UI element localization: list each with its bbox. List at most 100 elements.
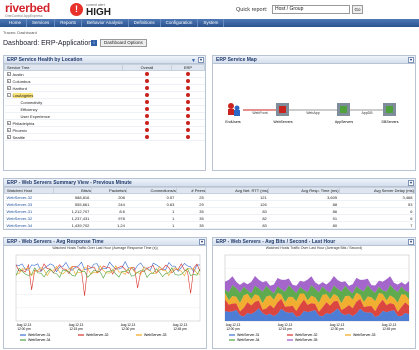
legend-item[interactable]: WebServer-32 <box>295 333 318 337</box>
host-link[interactable]: WebServer-32 <box>4 193 54 201</box>
link-appdb[interactable]: AppDB <box>350 109 383 115</box>
status-critical-icon[interactable] <box>185 106 190 111</box>
status-critical-icon[interactable] <box>144 120 149 125</box>
status-critical-icon[interactable] <box>144 99 149 104</box>
link-webfront[interactable]: WebFront <box>243 109 276 115</box>
legend-item[interactable]: WebServer-32 <box>86 333 109 337</box>
health-row[interactable]: User Experience <box>4 112 205 120</box>
host-link[interactable]: WebServer-32 <box>4 214 54 222</box>
health-row[interactable]: Connectivity <box>4 98 205 106</box>
status-critical-icon[interactable] <box>185 92 190 97</box>
location-label[interactable]: Hartford <box>13 86 27 91</box>
status-critical-icon[interactable] <box>185 99 190 104</box>
node-label: AppServers <box>335 120 354 124</box>
x-tick-label: 12:15 pm <box>278 327 292 331</box>
collapse-tree-icon[interactable]: - <box>6 93 11 98</box>
legend-item[interactable]: WebServer-31 <box>237 333 260 337</box>
menu-item-definitions[interactable]: Definitions <box>129 19 161 27</box>
alert-level[interactable]: HIGH <box>86 7 111 18</box>
location-label[interactable]: Austin <box>13 72 24 77</box>
summary-row[interactable]: WebServer-34 1,439,702 1,24 1 35 83 80 7 <box>4 221 415 229</box>
link-webapp[interactable]: WebApp <box>289 109 337 115</box>
expand-icon[interactable]: + <box>6 79 11 84</box>
location-label[interactable]: Philadelphia <box>13 121 35 126</box>
brand-logo[interactable]: riverbed <box>5 1 50 15</box>
summary-row[interactable]: WebServer-33 555,661 244 0.63 29 126 88 53 <box>4 200 415 208</box>
status-critical-icon[interactable] <box>144 85 149 90</box>
status-critical-icon[interactable] <box>185 113 190 118</box>
collapse-icon[interactable]: ▾ <box>198 57 204 63</box>
status-critical-icon[interactable] <box>185 78 190 83</box>
summary-cell: 35 <box>176 207 206 215</box>
status-critical-icon[interactable] <box>185 85 190 90</box>
expand-icon[interactable]: + <box>6 72 11 77</box>
legend-item[interactable]: WebServer-31 <box>28 333 51 337</box>
legend-item[interactable]: WebServer-33 <box>144 333 167 337</box>
status-critical-icon[interactable] <box>185 134 190 139</box>
host-link[interactable]: WebServer-34 <box>4 221 54 229</box>
health-row[interactable]: + Seattle <box>4 133 205 141</box>
health-row[interactable]: Efficiency <box>4 105 205 113</box>
node-webservers[interactable]: WebServers <box>273 103 293 124</box>
menu-item-reports[interactable]: Reports <box>55 19 83 27</box>
location-label[interactable]: Connectivity <box>21 100 43 105</box>
node-appservers[interactable]: AppServers <box>335 103 354 124</box>
health-row[interactable]: + Austin <box>4 70 205 78</box>
host-link[interactable]: WebServer-33 <box>4 200 54 208</box>
response-time-chart[interactable]: Aug 12,1312:00 pmAug 12,1312:15 pmAug 12… <box>4 251 206 348</box>
legend-item[interactable]: WebServer-33 <box>353 333 376 337</box>
health-row[interactable]: - LosAngeles <box>4 91 205 99</box>
status-critical-icon[interactable] <box>144 113 149 118</box>
menu-item-configuration[interactable]: Configuration <box>161 19 199 27</box>
location-label[interactable]: Efficiency <box>21 107 38 112</box>
menu-item-home[interactable]: Home <box>4 19 28 27</box>
summary-row[interactable]: WebServer-31 1,212,707 8.6 1 35 83 86 6 <box>4 207 415 215</box>
node-dbservers[interactable]: DBServers <box>382 103 399 124</box>
menu-item-system[interactable]: System <box>198 19 225 27</box>
legend-item[interactable]: WebServer-34 <box>28 338 51 342</box>
status-critical-icon[interactable] <box>144 71 149 76</box>
expand-icon[interactable]: + <box>6 135 11 140</box>
expand-icon[interactable]: + <box>6 121 11 126</box>
status-critical-icon[interactable] <box>185 71 190 76</box>
legend-item[interactable]: WebServer-35 <box>295 338 318 342</box>
host-link[interactable]: WebServer-31 <box>4 207 54 215</box>
location-label[interactable]: LosAngeles <box>12 92 34 98</box>
status-critical-icon[interactable] <box>144 78 149 83</box>
status-critical-icon[interactable] <box>144 134 149 139</box>
status-critical-icon[interactable] <box>185 127 190 132</box>
health-row[interactable]: + Hartford <box>4 84 205 92</box>
bits-chart[interactable]: Aug 12,1312:00 pmAug 12,1312:15 pmAug 12… <box>213 251 415 348</box>
menu-item-behavior-analysis[interactable]: Behavior Analysis <box>82 19 129 27</box>
filter-icon[interactable]: ▼ <box>191 57 196 65</box>
summary-row[interactable]: WebServer-32 588,816 208 0.57 25 121 3,605 3,46… <box>4 193 415 201</box>
collapse-icon[interactable]: ▾ <box>408 180 414 186</box>
collapse-icon[interactable]: ▾ <box>408 239 414 245</box>
health-row[interactable]: + Phoenix <box>4 126 205 134</box>
location-label[interactable]: Seattle <box>13 135 25 140</box>
node-endusers[interactable]: EndUsers <box>225 103 241 124</box>
expand-icon[interactable]: + <box>6 128 11 133</box>
summary-cell: 1,212,707 <box>53 207 92 215</box>
collapse-icon[interactable]: ▾ <box>199 239 205 245</box>
health-row[interactable]: + Columbus <box>4 77 205 85</box>
dashboard-options-button[interactable]: Dashboard Options <box>100 39 147 47</box>
legend-item[interactable]: WebServer-34 <box>237 338 260 342</box>
status-critical-icon[interactable] <box>185 120 190 125</box>
health-row[interactable]: + Philadelphia <box>4 119 205 127</box>
quick-report-input[interactable]: Host / Group <box>272 5 350 14</box>
status-critical-icon[interactable] <box>144 106 149 111</box>
status-critical-icon[interactable] <box>144 127 149 132</box>
menu-item-services[interactable]: Services <box>27 19 56 27</box>
expand-icon[interactable]: + <box>6 86 11 91</box>
summary-row[interactable]: WebServer-32 1,237,431 978 1 35 82 91 6 <box>4 214 415 222</box>
breadcrumb[interactable]: Traces: Dashboard <box>3 30 37 35</box>
alert-icon[interactable]: ! <box>70 3 83 16</box>
info-icon[interactable]: i <box>91 40 97 46</box>
location-label[interactable]: Phoenix <box>13 128 27 133</box>
location-label[interactable]: User Experience <box>21 114 51 119</box>
go-button[interactable]: Go <box>352 5 363 14</box>
location-label[interactable]: Columbus <box>13 79 31 84</box>
status-critical-icon[interactable] <box>144 92 149 97</box>
collapse-icon[interactable]: ▾ <box>408 57 414 63</box>
